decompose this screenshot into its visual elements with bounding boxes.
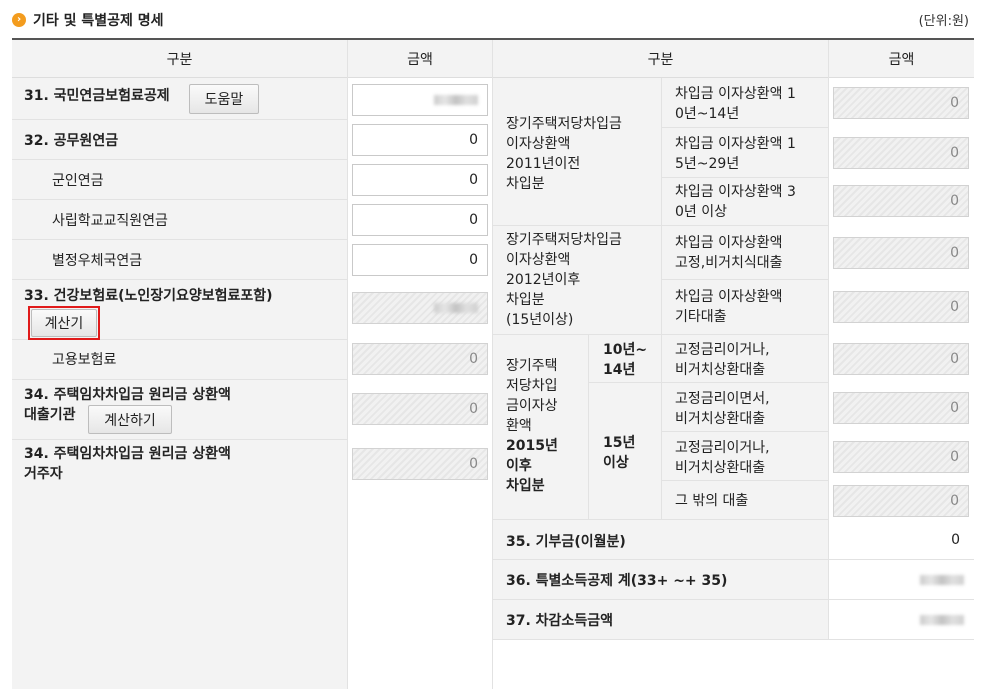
r2015-b-line2: 비거치상환대출 <box>675 411 766 427</box>
r2015-b-input: 0 <box>833 392 969 424</box>
right-header-amount: 금액 <box>829 40 974 78</box>
r2011-a-line1: 차입금 이자상환액 1 <box>675 86 796 102</box>
help-button[interactable]: 도움말 <box>189 84 259 114</box>
group-2012-line2: 이자상환액 <box>506 252 571 268</box>
row-36-label: 36. 특별소득공제 계(33+ ~+ 35) <box>506 573 728 589</box>
group-2015-line2: 저당차입 <box>506 378 558 394</box>
row-34b-label-line1: 34. 주택임차차입금 원리금 상환액 <box>24 446 231 462</box>
group-2015-line1: 장기주택 <box>506 358 558 374</box>
left-header-amount: 금액 <box>348 40 492 78</box>
r2015-a-line2: 비거치상환대출 <box>675 362 766 378</box>
calculate-button[interactable]: 계산하기 <box>88 405 172 434</box>
r2011-b-line2: 5년~29년 <box>675 156 740 172</box>
r2015-a-input: 0 <box>833 343 969 375</box>
sub15-line2: 이상 <box>603 455 629 471</box>
post-pension-input[interactable]: 0 <box>352 244 488 276</box>
r2011-a-line2: 0년~14년 <box>675 106 740 122</box>
blurred-value <box>434 303 478 313</box>
row-34a-label-line2: 대출기관 <box>24 407 76 423</box>
group-2015-line7: 차입분 <box>506 478 545 494</box>
r2015-d-line1: 그 밖의 대출 <box>675 493 749 509</box>
health-insurance-input <box>352 292 488 324</box>
group-2012-line4: 차입분 <box>506 292 545 308</box>
left-divider <box>347 40 348 689</box>
section-title: › 기타 및 특별공제 명세 <box>12 9 164 31</box>
row-35-value: 0 <box>829 520 974 560</box>
employment-insurance-input: 0 <box>352 343 488 375</box>
group-2011-line2: 이자상환액 <box>506 136 571 152</box>
national-pension-input[interactable] <box>352 84 488 116</box>
row-34a-label-line1: 34. 주택임차차입금 원리금 상환액 <box>24 387 231 403</box>
group-2015-line4: 환액 <box>506 418 532 434</box>
military-pension-input[interactable]: 0 <box>352 164 488 196</box>
row-employment-label: 고용보험료 <box>52 352 117 368</box>
row-school-label: 사립학교교직원연금 <box>52 213 168 229</box>
group-2011-line1: 장기주택저당차입금 <box>506 116 622 132</box>
row-35-label: 35. 기부금(이월분) <box>506 534 626 550</box>
r2011-c-line1: 차입금 이자상환액 3 <box>675 184 796 200</box>
r2015-b-line1: 고정금리이면서, <box>675 391 770 407</box>
left-empty-area <box>12 480 347 689</box>
row-31-label: 31. 국민연금보험료공제 <box>24 88 170 104</box>
group-2012-line3: 2012년이후 <box>506 272 581 288</box>
housing-loan-institution-input: 0 <box>352 393 488 425</box>
r2011-c-input: 0 <box>833 185 969 217</box>
row-37-value <box>829 600 974 640</box>
r2011-a-input: 0 <box>833 87 969 119</box>
blurred-value <box>920 574 964 585</box>
arrow-bullet-icon: › <box>12 13 26 27</box>
r2012-b-input: 0 <box>833 291 969 323</box>
blurred-value <box>434 95 478 105</box>
r2015-c-line2: 비거치상환대출 <box>675 460 766 476</box>
sub10-line1: 10년~ <box>603 342 648 358</box>
row-34b-label-line2: 거주자 <box>24 466 63 482</box>
r2011-b-line1: 차입금 이자상환액 1 <box>675 136 796 152</box>
row-37-label: 37. 차감소득금액 <box>506 613 613 629</box>
r2015-c-input: 0 <box>833 441 969 473</box>
sub15-line1: 15년 <box>603 435 636 451</box>
unit-label: (단위:원) <box>918 14 969 29</box>
r2012-a-input: 0 <box>833 237 969 269</box>
r2012-b-line1: 차입금 이자상환액 <box>675 289 783 305</box>
group-2015-line6: 이후 <box>506 458 532 474</box>
r2012-a-line1: 차입금 이자상환액 <box>675 235 783 251</box>
blurred-value <box>920 614 964 625</box>
left-header-gubun: 구분 <box>12 40 347 78</box>
school-pension-input[interactable]: 0 <box>352 204 488 236</box>
housing-loan-resident-input: 0 <box>352 448 488 480</box>
group-2015-line3: 금이자상 <box>506 398 558 414</box>
r2015-c-line1: 고정금리이거나, <box>675 440 770 456</box>
right-header-gubun: 구분 <box>493 40 828 78</box>
row-post-label: 별정우체국연금 <box>52 253 143 269</box>
row-33-label: 33. 건강보험료(노인장기요양보험료포함) <box>24 288 273 304</box>
calculator-button[interactable]: 계산기 <box>31 309 97 337</box>
r2012-b-line2: 기타대출 <box>675 309 727 325</box>
group-2011-line3: 2011년이전 <box>506 156 581 172</box>
group-2011-line4: 차입분 <box>506 176 545 192</box>
r2015-a-line1: 고정금리이거나, <box>675 342 770 358</box>
group-2012-line5: (15년이상) <box>506 312 574 328</box>
group-2015-line5: 2015년 <box>506 438 558 454</box>
row-32-label: 32. 공무원연금 <box>24 133 119 149</box>
row-36-value <box>829 560 974 600</box>
sub10-line2: 14년 <box>603 362 636 378</box>
r2011-c-line2: 0년 이상 <box>675 204 727 220</box>
r2012-a-line2: 고정,비거치식대출 <box>675 255 783 271</box>
r2015-d-input: 0 <box>833 485 969 517</box>
r2011-b-input: 0 <box>833 137 969 169</box>
row-military-label: 군인연금 <box>52 173 104 189</box>
civil-pension-input[interactable]: 0 <box>352 124 488 156</box>
group-2012-line1: 장기주택저당차입금 <box>506 232 622 248</box>
